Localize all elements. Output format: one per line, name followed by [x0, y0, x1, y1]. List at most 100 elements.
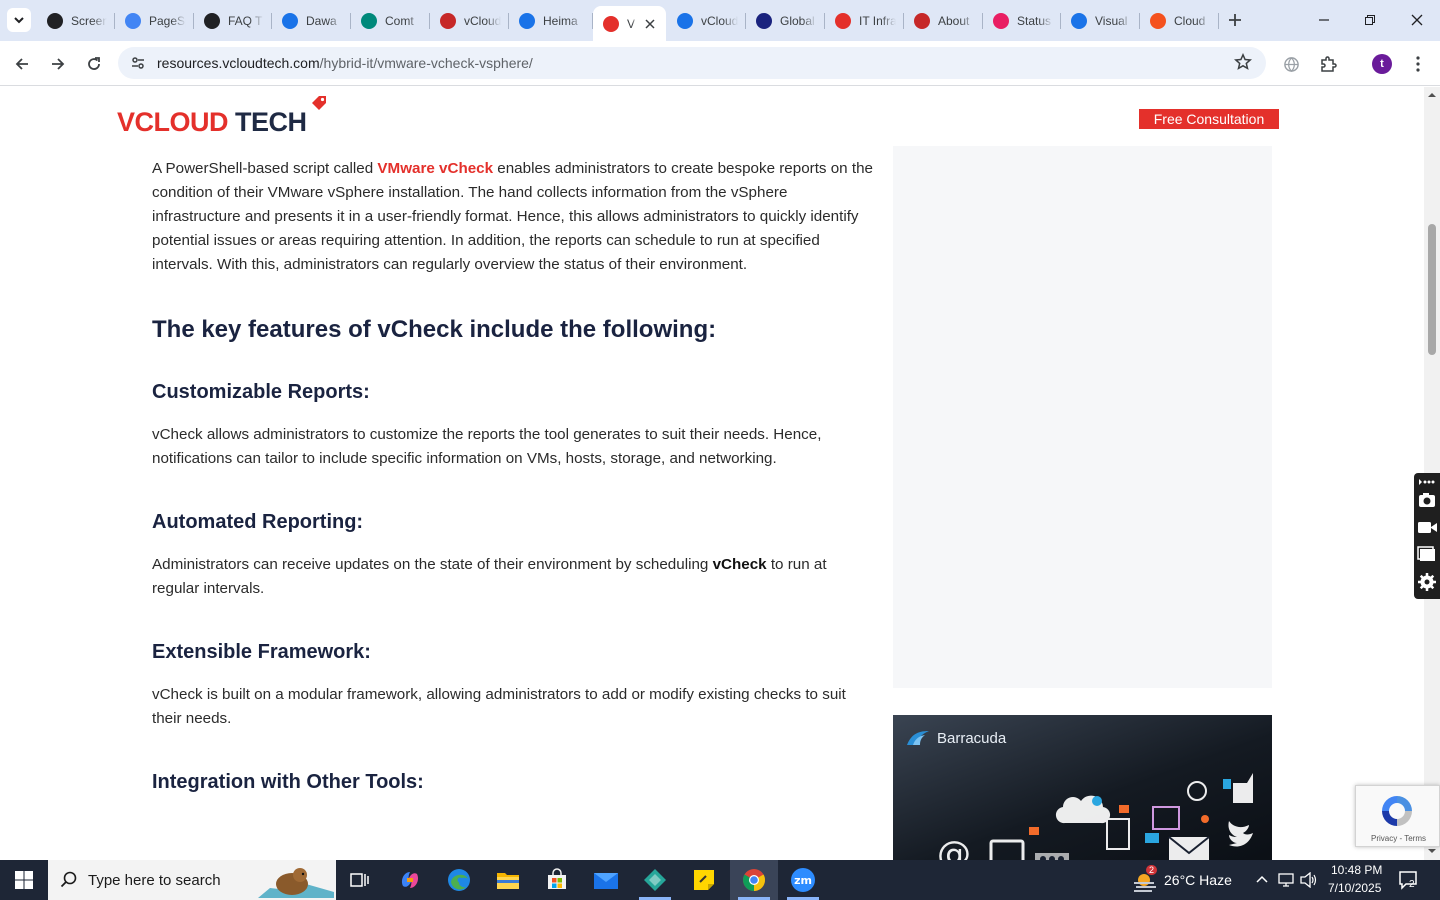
site-logo[interactable]: VCLOUD TECH	[115, 95, 335, 139]
tab-title: Dawa	[306, 13, 337, 28]
tab[interactable]: vCloud	[430, 6, 509, 35]
forward-button[interactable]	[44, 50, 72, 78]
vscode-style-app[interactable]	[631, 860, 679, 900]
edge-app[interactable]	[435, 860, 483, 900]
tab[interactable]: Global	[746, 6, 825, 35]
minimize-icon	[1319, 19, 1329, 21]
page-viewport: VCLOUD TECH Free Consultation A PowerShe…	[0, 87, 1424, 860]
scroll-down-arrow-icon[interactable]	[1428, 847, 1436, 855]
sidebar-ad-slot	[893, 146, 1272, 688]
start-button[interactable]	[0, 860, 48, 900]
notification-center-icon[interactable]	[1398, 870, 1418, 890]
tab-active[interactable]: V	[593, 6, 666, 41]
scroll-up-arrow-icon[interactable]	[1428, 91, 1436, 99]
faq-icon	[204, 12, 220, 29]
vcloud-tag-icon	[835, 12, 851, 29]
tab[interactable]: vCloud	[667, 6, 746, 35]
tab[interactable]: Status	[983, 6, 1061, 35]
translate-button[interactable]	[1277, 50, 1305, 78]
tab-search-button[interactable]	[7, 8, 31, 32]
search-highlight-otter-icon	[258, 868, 334, 898]
store-bag-icon	[548, 868, 566, 889]
tab[interactable]: Visual	[1061, 6, 1140, 35]
task-view-icon	[350, 873, 369, 887]
check-icon	[677, 12, 693, 29]
new-tab-button[interactable]	[1223, 8, 1247, 32]
microsoft-store-app[interactable]	[533, 860, 581, 900]
video-camera-icon	[1418, 522, 1437, 533]
section-heading: Extensible Framework:	[152, 641, 371, 663]
sticky-note-icon	[694, 870, 714, 890]
close-window-button[interactable]	[1394, 0, 1440, 40]
tab[interactable]: Heima	[509, 6, 593, 35]
tab-title: IT Infra	[859, 13, 896, 28]
social-media-illustration: @	[937, 773, 1253, 860]
scrollbar-thumb[interactable]	[1428, 224, 1436, 355]
clock-date[interactable]: 7/10/2025	[1328, 881, 1381, 895]
comt-icon	[361, 12, 377, 29]
chevron-down-icon	[14, 17, 24, 24]
profile-button[interactable]: t	[1368, 50, 1396, 78]
logo-tag-icon	[312, 96, 326, 110]
tab-title: Heima	[543, 13, 578, 28]
browser-toolbar: resources.vcloudtech.com/hybrid-it/vmwar…	[0, 41, 1440, 86]
clock-time[interactable]: 10:48 PM	[1331, 863, 1382, 877]
reload-icon	[88, 57, 100, 70]
barracuda-banner[interactable]: Barracuda @	[893, 715, 1272, 860]
chrome-app[interactable]	[730, 860, 778, 900]
file-explorer-app[interactable]	[484, 860, 532, 900]
restore-button[interactable]	[1347, 0, 1393, 40]
task-view-button[interactable]	[336, 860, 384, 900]
chevron-up-icon[interactable]	[1256, 874, 1268, 886]
section-heading: Integration with Other Tools:	[152, 771, 424, 793]
puzzle-icon	[1321, 56, 1337, 72]
tab[interactable]: Dawa	[272, 6, 351, 35]
tab[interactable]: Comt	[351, 6, 430, 35]
dawa-icon	[282, 12, 298, 29]
volume-icon[interactable]	[1300, 872, 1318, 888]
back-button[interactable]	[8, 50, 36, 78]
browser-menu-button[interactable]	[1404, 50, 1432, 78]
svg-text:@: @	[937, 834, 971, 860]
weather-text[interactable]: 26°C Haze	[1164, 872, 1232, 888]
tab[interactable]: Cloud	[1140, 6, 1219, 35]
tab-title: Comt	[385, 13, 414, 28]
logo-wordmark: VCLOUD TECH	[117, 107, 307, 137]
mail-app[interactable]	[582, 860, 630, 900]
tab[interactable]: IT Infra	[825, 6, 904, 35]
site-info-button[interactable]	[126, 51, 150, 75]
reload-button[interactable]	[80, 50, 108, 78]
bookmark-star-button[interactable]	[1233, 52, 1254, 73]
tab[interactable]: PageSpeed	[115, 6, 194, 35]
section-paragraph: vCheck allows administrators to customiz…	[152, 426, 822, 467]
address-bar[interactable]: resources.vcloudtech.com/hybrid-it/vmwar…	[118, 47, 1266, 79]
tab[interactable]: FAQ T	[194, 6, 272, 35]
zoom-app[interactable]: zm	[779, 860, 827, 900]
close-tab-icon[interactable]	[642, 16, 658, 32]
tune-icon	[132, 57, 144, 69]
scale-icon	[519, 12, 535, 29]
recaptcha-terms[interactable]: Privacy - Terms	[1356, 834, 1440, 843]
recaptcha-logo-icon	[1382, 796, 1412, 826]
vcloud-tag-icon	[603, 15, 619, 32]
features-heading: The key features of vCheck include the f…	[152, 316, 717, 343]
tab[interactable]: Screen	[37, 6, 115, 35]
notification-count: 2	[1409, 879, 1415, 890]
search-placeholder: Type here to search	[88, 872, 221, 889]
taskbar-search-box[interactable]: Type here to search	[48, 860, 336, 900]
copilot-app[interactable]	[386, 860, 434, 900]
vmware-vcheck-link[interactable]: VMware vCheck	[377, 160, 493, 177]
cloud-slash-icon	[1150, 12, 1166, 29]
zoom-icon: zm	[791, 868, 815, 892]
extensions-button[interactable]	[1314, 50, 1342, 78]
barracuda-logo-icon	[907, 731, 929, 745]
tab[interactable]: About	[904, 6, 983, 35]
edge-browser-icon	[448, 869, 470, 891]
recaptcha-badge[interactable]: Privacy - Terms	[1355, 785, 1440, 847]
network-icon[interactable]	[1278, 872, 1296, 888]
capture-tools-illustration	[1417, 479, 1437, 591]
free-consultation-button[interactable]: Free Consultation	[1139, 109, 1279, 129]
star-icon	[1233, 52, 1253, 70]
minimize-button[interactable]	[1301, 0, 1347, 40]
sticky-notes-app[interactable]	[680, 860, 728, 900]
